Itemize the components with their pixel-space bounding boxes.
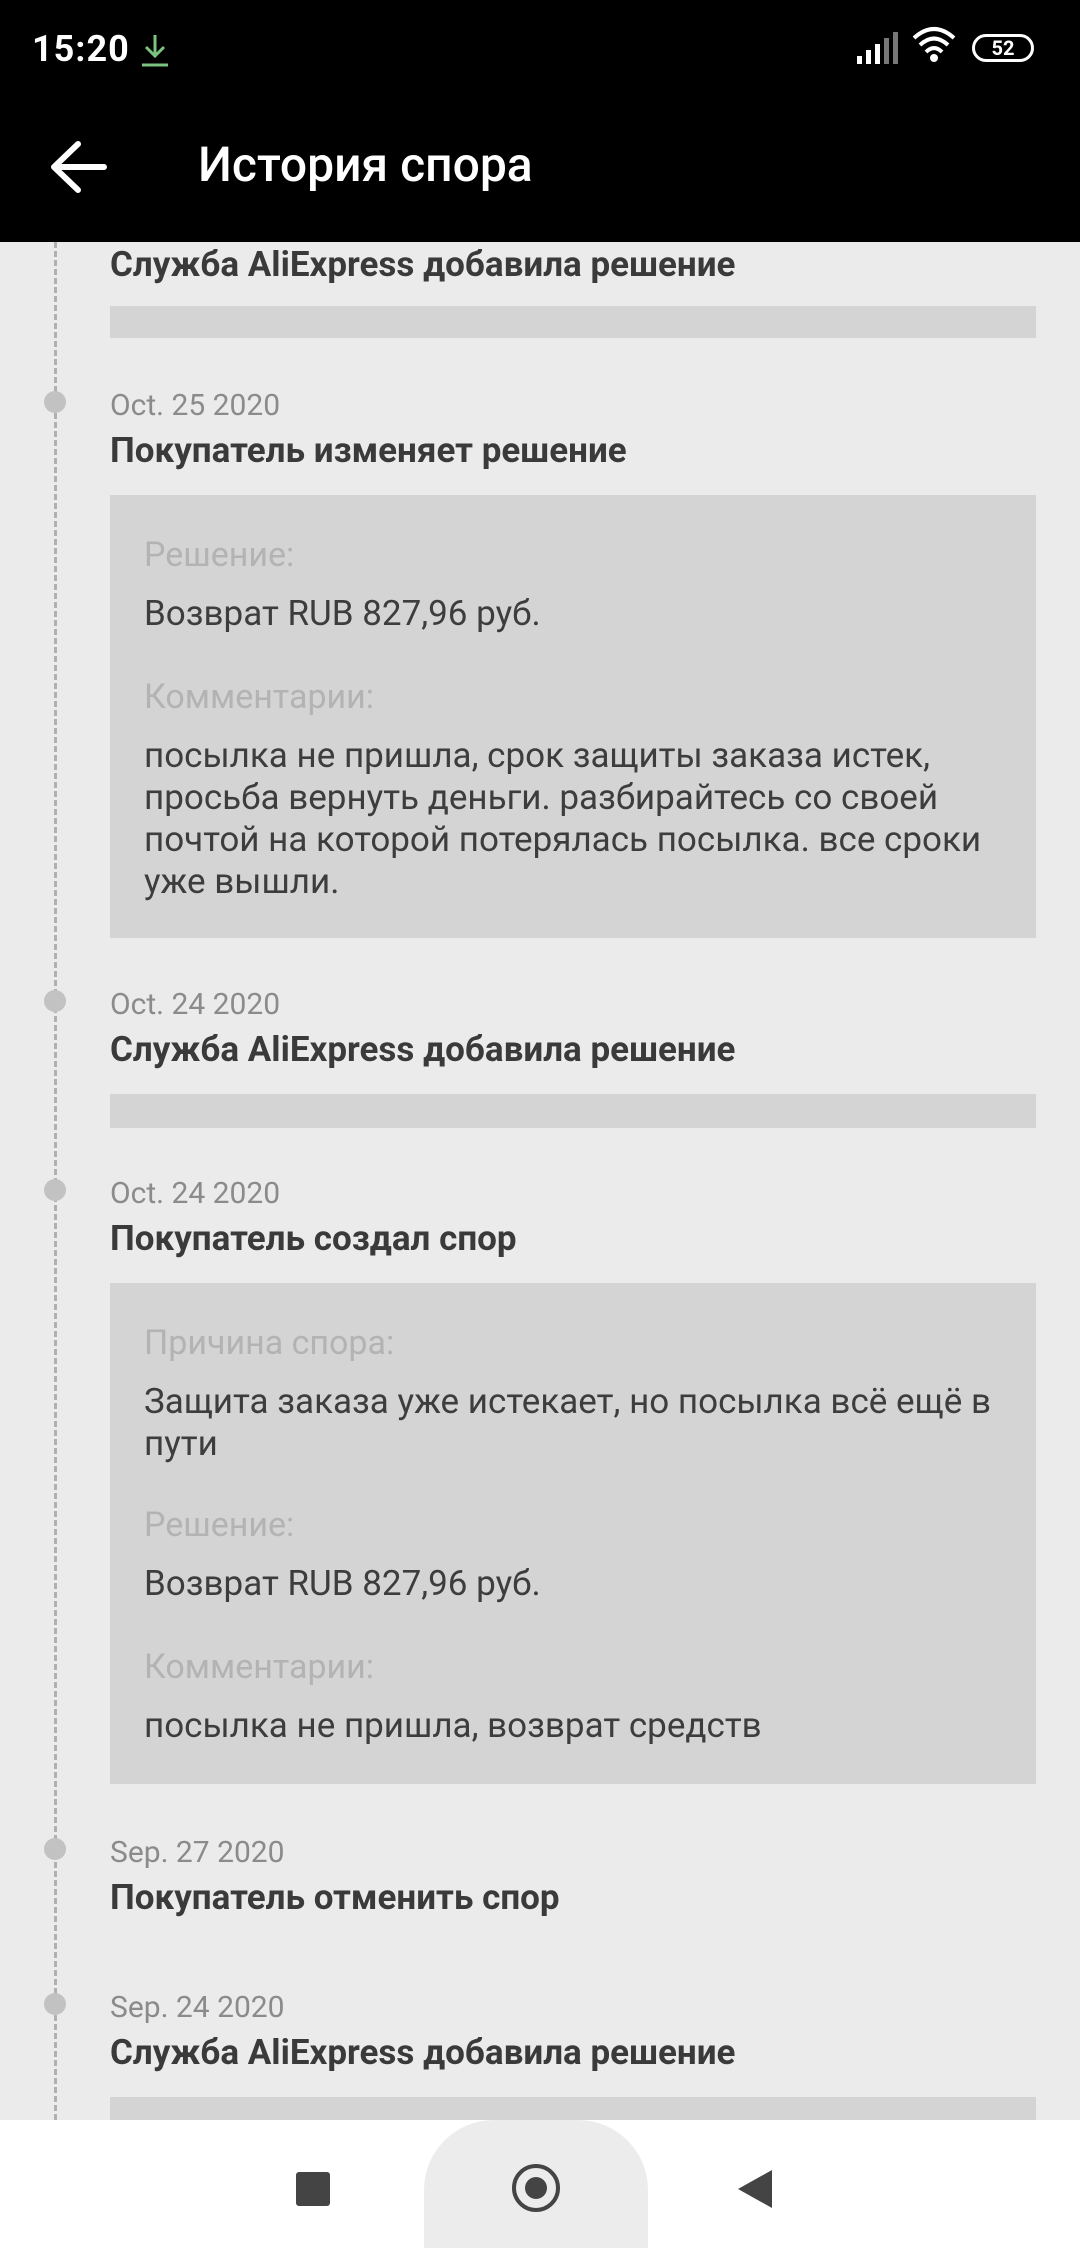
- comments-value: посылка не пришла, возврат средств: [144, 1705, 762, 1746]
- event-date: Oct. 24 2020: [110, 987, 281, 1022]
- event-date: Sep. 24 2020: [110, 1990, 285, 2025]
- home-icon[interactable]: [512, 2164, 560, 2212]
- reason-value: Защита заказа уже истекает, но посылка в…: [144, 1381, 991, 1464]
- event-card-empty: [110, 1094, 1036, 1128]
- event-title: Служба AliExpress добавила решение: [110, 2032, 736, 2073]
- recents-icon[interactable]: [296, 2172, 330, 2206]
- event-title: Покупатель создал спор: [110, 1218, 517, 1259]
- battery-indicator: 52: [972, 34, 1034, 62]
- status-time: 15:20: [32, 28, 130, 70]
- reason-label: Причина спора:: [144, 1323, 395, 1363]
- wifi-icon: [912, 27, 956, 62]
- timeline-dot: [44, 990, 66, 1012]
- comments-value: посылка не пришла, срок защиты заказа ис…: [144, 735, 982, 902]
- page-title: История спора: [198, 136, 533, 193]
- timeline-dot: [44, 1993, 66, 2015]
- timeline-dot: [44, 1838, 66, 1860]
- event-title: Служба AliExpress добавила решение: [110, 1029, 736, 1070]
- back-arrow-icon[interactable]: [44, 138, 108, 196]
- event-date: Oct. 25 2020: [110, 388, 281, 423]
- comments-label: Комментарии:: [144, 677, 375, 717]
- event-date: Oct. 24 2020: [110, 1176, 281, 1211]
- solution-label: Решение:: [144, 1505, 295, 1545]
- signal-icon: [857, 32, 898, 64]
- system-nav-bar: [0, 2120, 1080, 2248]
- event-card-empty: [110, 306, 1036, 338]
- event-title: Покупатель изменяет решение: [110, 430, 627, 471]
- download-icon: [142, 35, 168, 67]
- timeline-dot: [44, 391, 66, 413]
- solution-value: Возврат RUB 827,96 руб.: [144, 593, 541, 634]
- comments-label: Комментарии:: [144, 1647, 375, 1687]
- nav-back-icon[interactable]: [738, 2170, 772, 2208]
- timeline-dot: [44, 1179, 66, 1201]
- solution-value: Возврат RUB 827,96 руб.: [144, 1563, 541, 1604]
- event-card: Причина спора: Защита заказа уже истекае…: [110, 1283, 1036, 1784]
- event-title: Служба AliExpress добавила решение: [110, 244, 736, 285]
- solution-label: Решение:: [144, 535, 295, 575]
- event-card-empty: [110, 2097, 1036, 2120]
- event-date: Sep. 27 2020: [110, 1835, 285, 1870]
- top-bar: 15:20 52 История спора: [0, 0, 1080, 242]
- event-card: Решение: Возврат RUB 827,96 руб. Коммент…: [110, 495, 1036, 938]
- event-title: Покупатель отменить спор: [110, 1877, 560, 1918]
